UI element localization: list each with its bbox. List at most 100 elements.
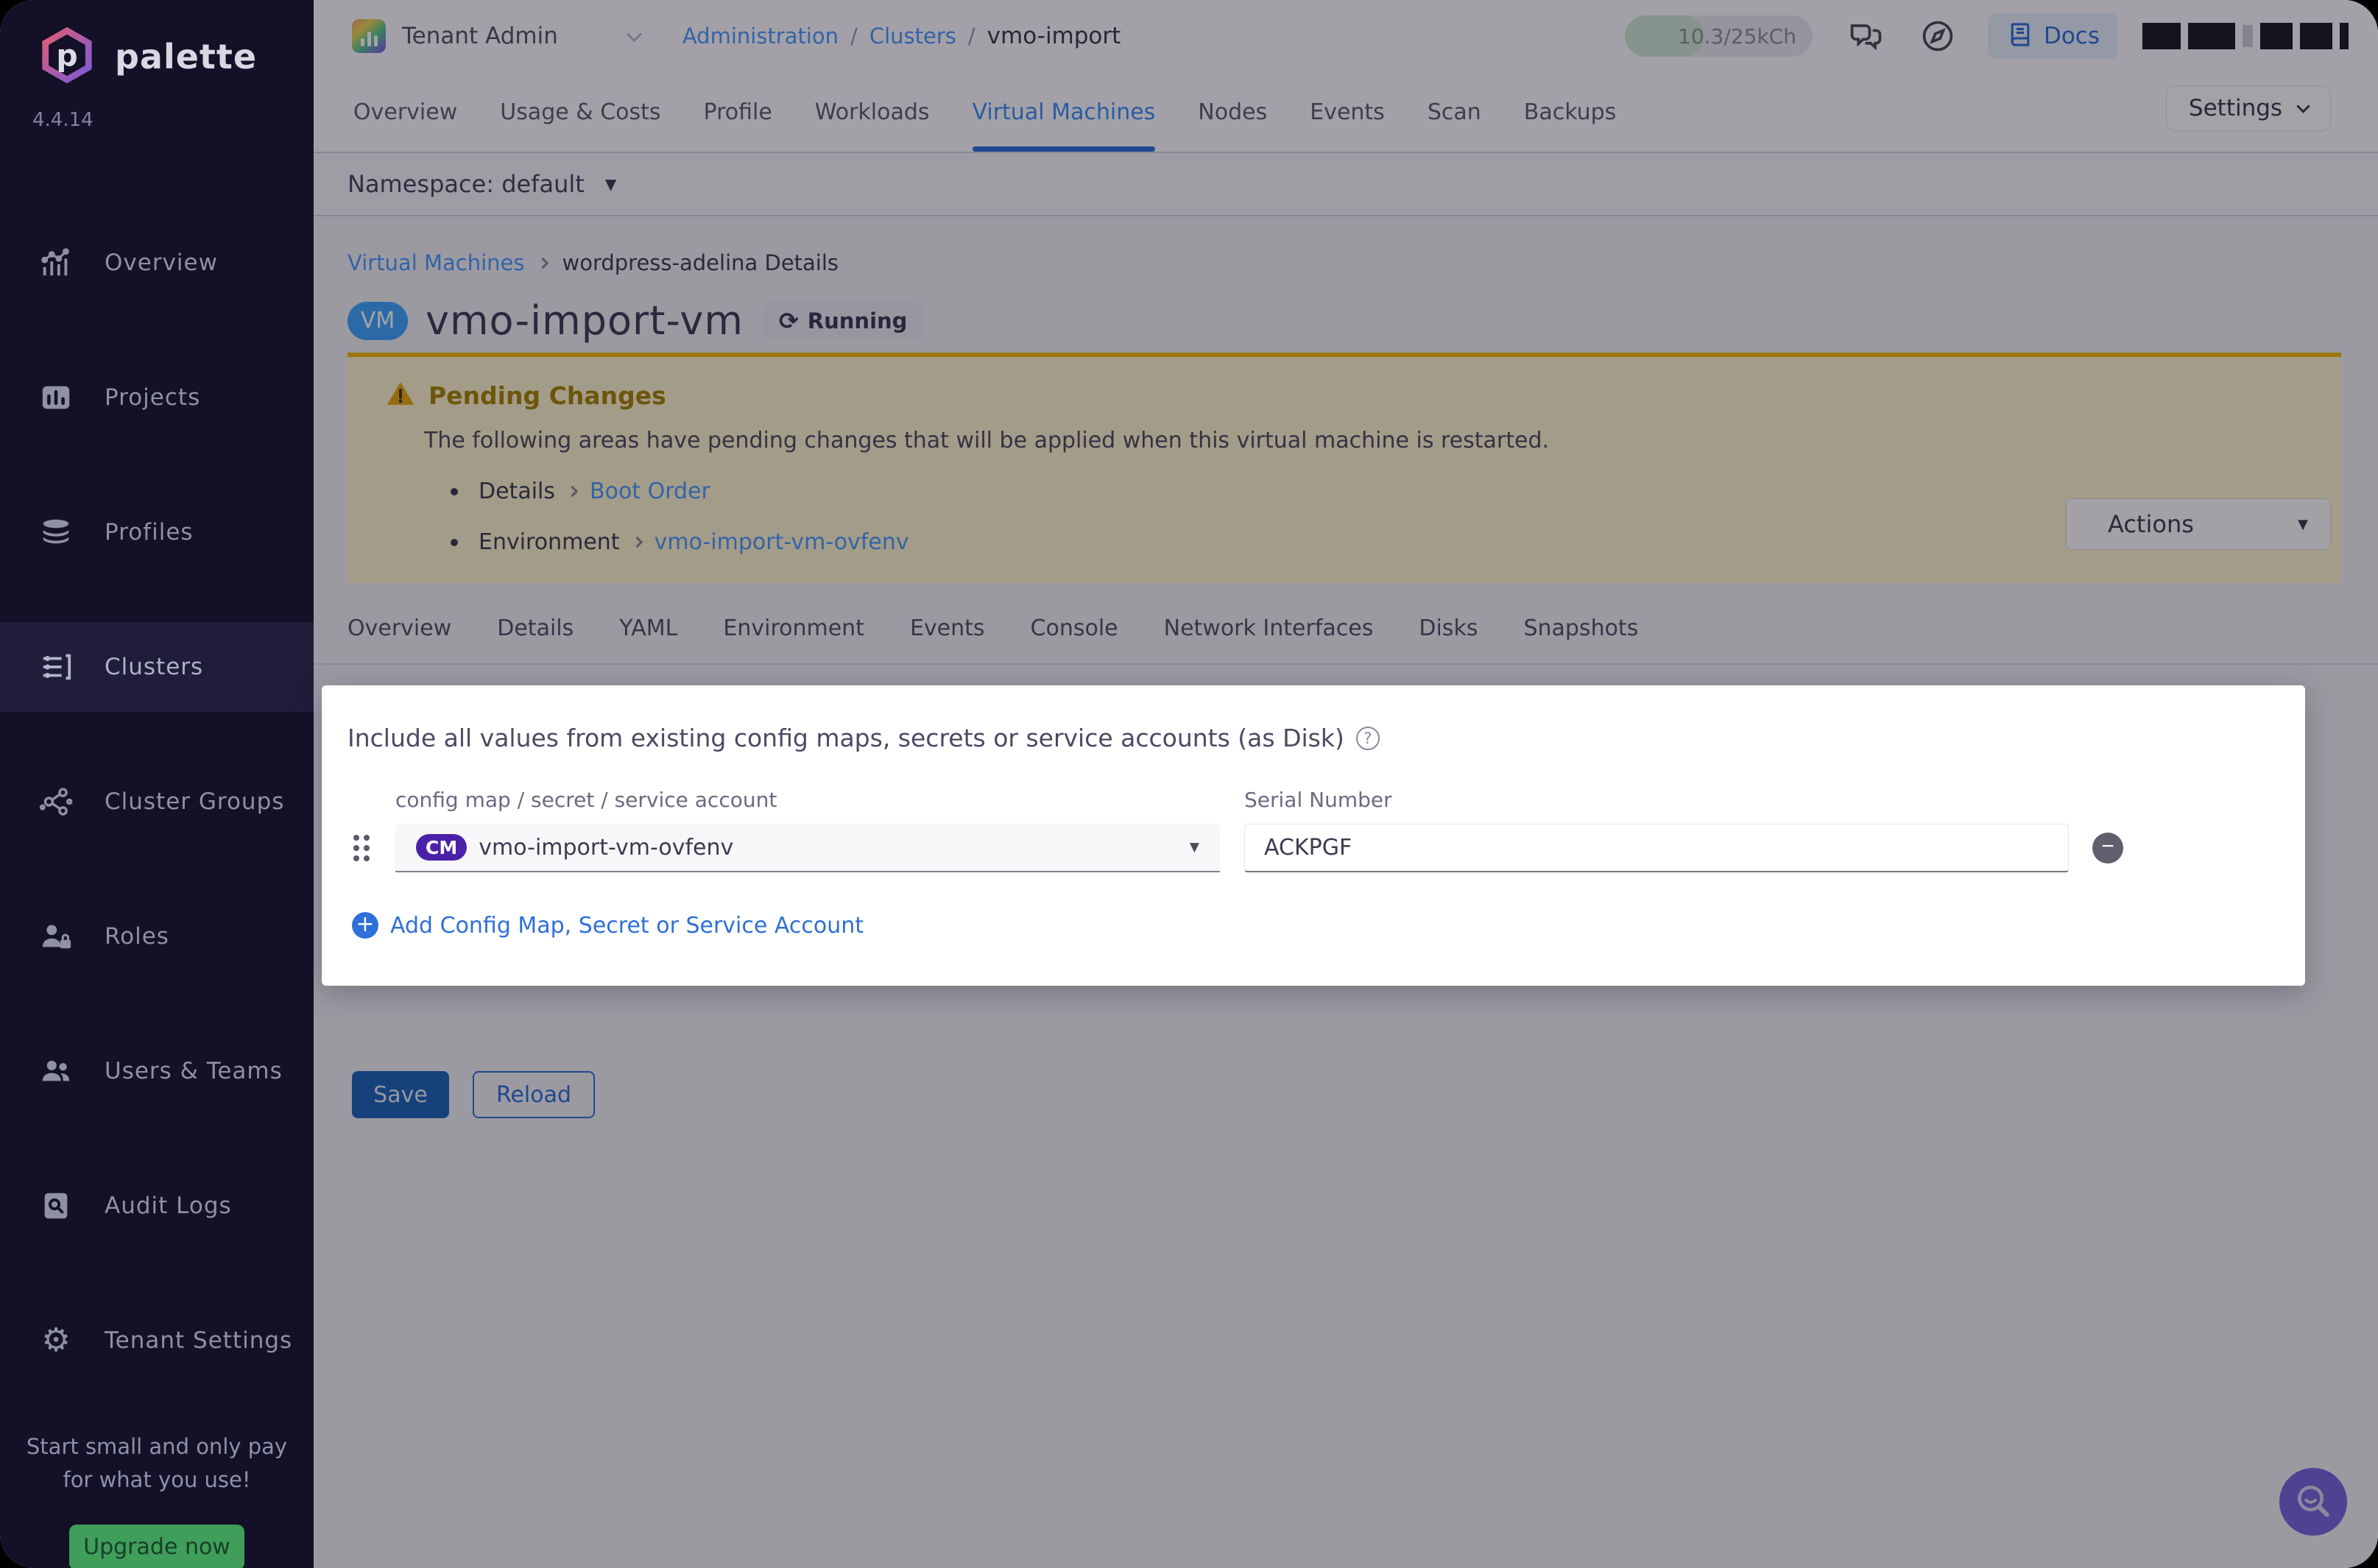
tab-backups[interactable]: Backups [1524,72,1617,152]
pending-changes-title: Pending Changes [428,381,666,410]
sidebar-item-label: Roles [105,923,169,950]
tab-workloads[interactable]: Workloads [815,72,930,152]
tab-scan[interactable]: Scan [1428,72,1481,152]
vm-badge: VM [347,301,408,340]
compass-icon[interactable] [1919,17,1957,55]
tab-virtual-machines[interactable]: Virtual Machines [972,72,1155,152]
vm-tab-disks[interactable]: Disks [1419,615,1478,641]
vm-breadcrumb-current: wordpress-adelina Details [562,250,839,275]
vm-tab-details[interactable]: Details [497,615,574,641]
drag-handle-icon[interactable] [347,835,395,861]
status-label: Running [807,308,908,333]
pending-change-item: Details Boot Order [347,478,2341,504]
usage-quota-badge[interactable]: 10.3/25kCh [1624,15,1813,57]
sidebar-item-clusters[interactable]: Clusters [0,622,314,712]
config-map-label: config map / secret / service account [395,788,777,812]
redacted-item [2188,23,2235,49]
sidebar-item-cluster-groups[interactable]: Cluster Groups [0,757,314,847]
add-config-map-link[interactable]: + Add Config Map, Secret or Service Acco… [347,911,2276,939]
tenant-selector[interactable]: Tenant Admin [402,23,558,49]
magnifier-smile-icon [2293,1480,2334,1524]
redacted-item [2260,23,2293,49]
tab-nodes[interactable]: Nodes [1198,72,1267,152]
app-version: 4.4.14 [32,109,94,131]
users-teams-icon [37,1052,75,1090]
pending-area-label: Details [479,478,556,504]
sidebar-item-projects[interactable]: Projects [0,353,314,442]
pending-boot-order-link[interactable]: Boot Order [590,478,710,504]
search-assistant-fab[interactable] [2279,1468,2347,1536]
vm-breadcrumb-link[interactable]: Virtual Machines [347,250,524,275]
tab-events[interactable]: Events [1310,72,1385,152]
sidebar-item-roles[interactable]: Roles [0,891,314,981]
plus-icon: + [352,911,378,939]
vm-tab-events[interactable]: Events [910,615,985,641]
sidebar-item-audit-logs[interactable]: Audit Logs [0,1161,314,1251]
docs-button[interactable]: Docs [1987,13,2117,59]
caret-down-icon: ▼ [2298,516,2308,532]
pending-changes-alert: Pending Changes The following areas have… [347,353,2341,583]
redacted-item [2340,23,2349,49]
config-map-select[interactable]: CM vmo-import-vm-ovfenv ▼ [395,824,1220,872]
cluster-tabbar: Overview Usage & Costs Profile Workloads… [314,72,2378,153]
sidebar-item-profiles[interactable]: Profiles [0,487,314,577]
chat-icon[interactable] [1846,17,1885,55]
palette-logo-icon: p [38,27,96,87]
help-icon[interactable]: ? [1355,726,1380,750]
upgrade-now-button[interactable]: Upgrade now [69,1524,244,1568]
pending-ovfenv-link[interactable]: vmo-import-vm-ovfenv [655,529,909,555]
warning-icon [386,379,415,412]
namespace-selector[interactable]: Namespace: default [347,170,585,198]
chevron-down-icon[interactable] [626,26,642,42]
upgrade-promo: Start small and only pay for what you us… [0,1430,314,1568]
sidebar-item-label: Audit Logs [105,1193,232,1219]
breadcrumb-current: vmo-import [987,23,1121,49]
vm-tab-console[interactable]: Console [1031,615,1118,641]
tab-usage-costs[interactable]: Usage & Costs [500,72,660,152]
caret-down-icon[interactable]: ▼ [605,175,616,193]
sidebar-nav: Overview Projects Profiles Clusters Clus… [0,218,314,1430]
tab-overview[interactable]: Overview [353,72,457,152]
tenant-admin-icon [352,19,386,53]
breadcrumb-administration[interactable]: Administration [682,24,839,49]
sidebar-item-label: Profiles [105,519,194,545]
serial-number-input[interactable] [1244,824,2069,872]
redacted-item [2300,23,2332,49]
tab-profile[interactable]: Profile [704,72,772,152]
vm-tab-yaml[interactable]: YAML [619,615,677,641]
profiles-icon [37,513,75,551]
settings-button[interactable]: Settings [2166,85,2331,131]
pending-change-item: Environment vmo-import-vm-ovfenv [347,529,2341,555]
vm-tab-overview[interactable]: Overview [347,615,451,641]
actions-label: Actions [2108,510,2194,538]
reload-button[interactable]: Reload [473,1071,595,1118]
sidebar-item-label: Projects [105,384,201,411]
sidebar-item-overview[interactable]: Overview [0,218,314,308]
sidebar-item-label: Users & Teams [105,1058,283,1084]
sidebar-item-label: Clusters [105,654,204,680]
environment-panel: Include all values from existing config … [322,685,2305,986]
actions-dropdown[interactable]: Actions ▼ [2066,498,2331,550]
sidebar-item-users-teams[interactable]: Users & Teams [0,1026,314,1116]
app-window: p palette 4.4.14 Overview Projects Profi… [0,0,2378,1568]
chevron-right-icon [537,257,549,269]
sync-icon: ⟳ [778,306,799,335]
config-map-type-badge: CM [416,834,468,861]
serial-number-label: Serial Number [1244,788,1392,812]
palette-logo[interactable]: p palette [0,0,314,87]
sidebar-item-tenant-settings[interactable]: ⚙ Tenant Settings [0,1296,314,1385]
overview-icon [37,244,75,282]
config-map-row: CM vmo-import-vm-ovfenv ▼ − [347,824,2276,872]
remove-row-button[interactable]: − [2092,833,2123,864]
vm-tab-environment[interactable]: Environment [723,615,864,641]
breadcrumb-clusters[interactable]: Clusters [869,24,956,49]
save-button[interactable]: Save [352,1071,449,1118]
vm-tab-snapshots[interactable]: Snapshots [1523,615,1638,641]
svg-text:p: p [56,38,77,74]
sidebar-item-label: Cluster Groups [105,788,285,815]
pending-changes-description: The following areas have pending changes… [424,428,1550,453]
breadcrumb: Administration / Clusters / vmo-import [682,23,1121,49]
clusters-icon [37,648,75,686]
vm-tab-network-interfaces[interactable]: Network Interfaces [1164,615,1374,641]
environment-panel-heading: Include all values from existing config … [347,724,2276,752]
